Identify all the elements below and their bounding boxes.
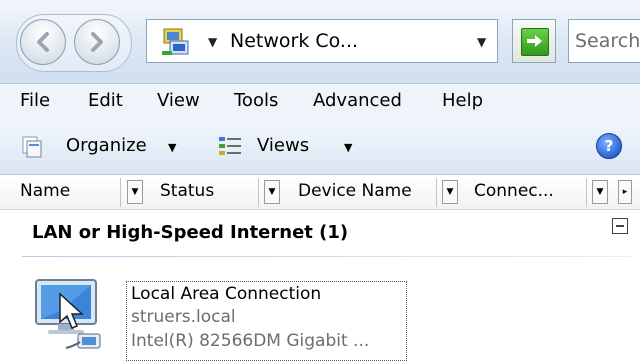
menu-advanced[interactable]: Advanced — [313, 90, 402, 111]
group-divider — [22, 256, 632, 257]
column-header-name[interactable]: Name — [20, 181, 70, 201]
column-header-device-name[interactable]: Device Name — [298, 181, 412, 201]
column-status-filter-button[interactable]: ▼ — [264, 180, 280, 204]
menu-tools[interactable]: Tools — [234, 90, 278, 111]
connection-name: Local Area Connection — [131, 284, 322, 304]
list-item[interactable]: Local Area Connection struers.local Inte… — [126, 281, 407, 361]
group-title[interactable]: LAN or High-Speed Internet (1) — [32, 222, 348, 243]
menu-bar: File Edit View Tools Advanced Help — [0, 84, 640, 120]
menu-edit[interactable]: Edit — [88, 90, 123, 111]
back-button[interactable] — [20, 19, 66, 65]
column-headers: Name ▼ Status ▼ Device Name ▼ Connec... … — [0, 176, 640, 210]
forward-button[interactable] — [74, 19, 120, 65]
refresh-button[interactable] — [512, 19, 556, 63]
column-divider[interactable] — [586, 178, 587, 207]
back-arrow-icon — [37, 32, 49, 52]
breadcrumb-separator[interactable]: ▼ — [208, 35, 217, 49]
connection-domain: struers.local — [131, 307, 236, 327]
connection-device: Intel(R) 82566DM Gigabit ... — [131, 331, 370, 351]
views-icon[interactable] — [217, 133, 243, 159]
address-box[interactable]: ▼ Network Co... ▼ — [146, 19, 498, 63]
address-history-dropdown[interactable]: ▼ — [477, 35, 486, 49]
navigation-bar: ▼ Network Co... ▼ Search — [0, 0, 640, 84]
menu-view[interactable]: View — [157, 90, 200, 111]
menu-help[interactable]: Help — [442, 90, 483, 111]
forward-arrow-icon — [91, 32, 103, 52]
scroll-columns-right-button[interactable]: ▸ — [618, 180, 632, 204]
column-divider[interactable] — [120, 178, 121, 207]
column-divider[interactable] — [436, 178, 437, 207]
search-input[interactable]: Search — [568, 19, 640, 63]
help-icon[interactable]: ? — [596, 133, 622, 159]
command-bar: Organize ▼ Views ▼ ? — [0, 120, 640, 175]
column-header-connectivity[interactable]: Connec... — [474, 181, 554, 201]
refresh-icon — [521, 28, 549, 56]
organize-dropdown-arrow[interactable]: ▼ — [168, 141, 176, 154]
group-collapse-button[interactable] — [612, 218, 628, 234]
column-divider[interactable] — [258, 178, 259, 207]
views-dropdown-arrow[interactable]: ▼ — [344, 141, 352, 154]
address-location[interactable]: Network Co... — [230, 30, 358, 52]
organize-icon[interactable] — [20, 133, 46, 159]
column-device-filter-button[interactable]: ▼ — [442, 180, 458, 204]
column-connectivity-filter-button[interactable]: ▼ — [592, 180, 608, 204]
network-connection-icon[interactable] — [22, 276, 112, 360]
column-name-filter-button[interactable]: ▼ — [127, 180, 143, 204]
organize-button[interactable]: Organize — [66, 135, 147, 156]
menu-file[interactable]: File — [20, 90, 50, 111]
network-connections-icon — [162, 28, 189, 55]
views-button[interactable]: Views — [257, 135, 309, 156]
column-header-status[interactable]: Status — [160, 181, 214, 201]
search-placeholder: Search — [575, 30, 640, 52]
